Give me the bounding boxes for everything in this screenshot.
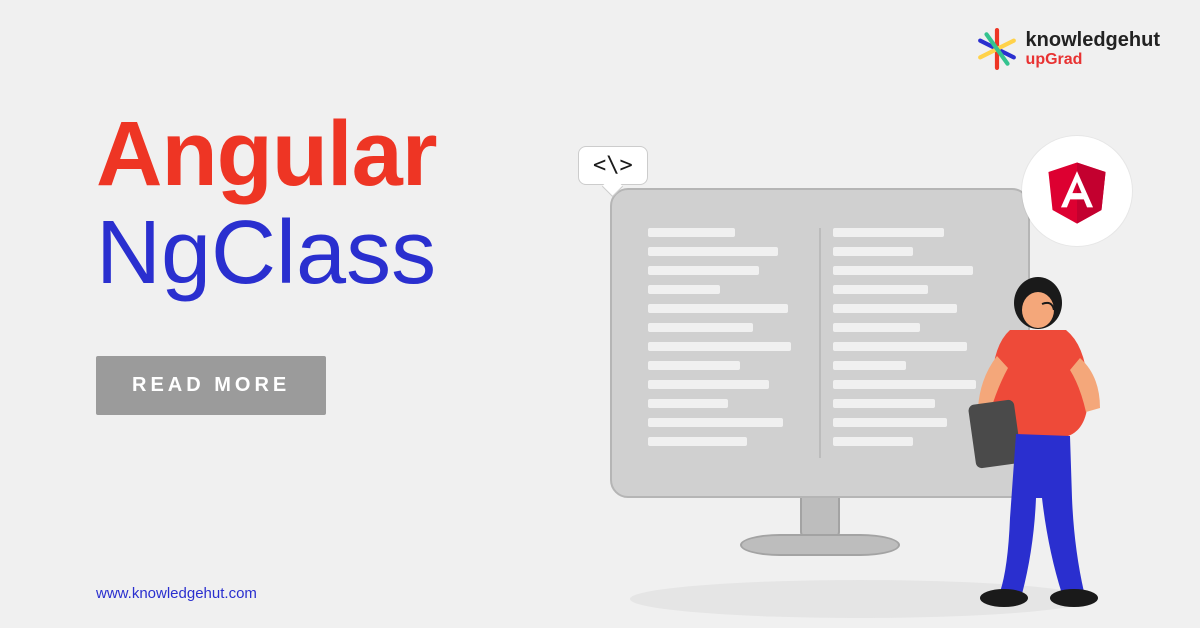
logo-star-icon xyxy=(976,28,1018,70)
angular-logo-icon xyxy=(1043,155,1111,227)
illustration: <\> xyxy=(580,128,1140,628)
read-more-button[interactable]: READ MORE xyxy=(96,356,326,415)
brand-logo: knowledgehut upGrad xyxy=(976,28,1160,70)
code-bubble: <\> xyxy=(578,146,648,185)
headline-primary: Angular xyxy=(96,108,437,200)
headline-secondary: NgClass xyxy=(96,206,437,301)
logo-sub: upGrad xyxy=(1026,51,1160,69)
headline: Angular NgClass xyxy=(96,108,437,301)
footer-url: www.knowledgehut.com xyxy=(96,585,257,602)
angular-badge xyxy=(1022,136,1132,246)
logo-name: knowledgehut xyxy=(1026,29,1160,51)
monitor-stand xyxy=(780,496,860,556)
person-illustration xyxy=(950,268,1120,608)
